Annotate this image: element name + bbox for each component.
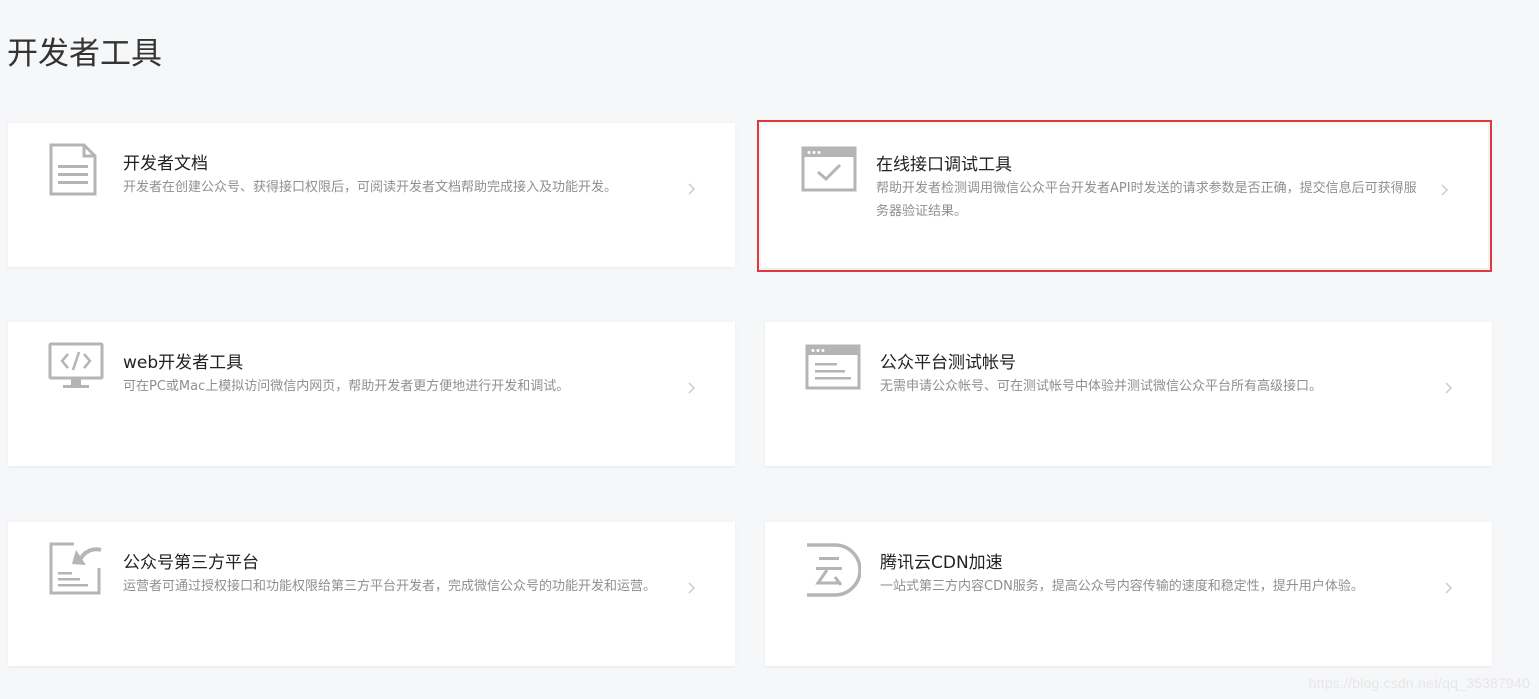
- card-web-devtools[interactable]: web开发者工具 可在PC或Mac上模拟访问微信内网页，帮助开发者更方便地进行开…: [8, 322, 735, 466]
- card-title: web开发者工具: [123, 353, 244, 373]
- chevron-right-icon: [1443, 580, 1455, 596]
- card-description: 运营者可通过授权接口和功能权限给第三方平台开发者，完成微信公众号的功能开发和运营…: [123, 579, 657, 594]
- card-online-api-debug[interactable]: 在线接口调试工具 帮助开发者检测调用微信公众平台开发者API时发送的请求参数是否…: [757, 120, 1492, 272]
- card-title: 公众号第三方平台: [123, 553, 259, 573]
- card-third-party-platform[interactable]: 公众号第三方平台 运营者可通过授权接口和功能权限给第三方平台开发者，完成微信公众…: [8, 522, 735, 666]
- chevron-right-icon: [1443, 380, 1455, 396]
- card-title: 在线接口调试工具: [876, 155, 1012, 175]
- card-title: 腾讯云CDN加速: [880, 553, 1003, 573]
- document-icon: [48, 143, 104, 199]
- card-test-account[interactable]: 公众平台测试帐号 无需申请公众帐号、可在测试帐号中体验并测试微信公众平台所有高级…: [765, 322, 1492, 466]
- card-tencent-cloud-cdn[interactable]: 腾讯云CDN加速 一站式第三方内容CDN服务，提高公众号内容传输的速度和稳定性，…: [765, 522, 1492, 666]
- card-title: 公众平台测试帐号: [880, 353, 1016, 373]
- card-description: 开发者在创建公众号、获得接口权限后，可阅读开发者文档帮助完成接入及功能开发。: [123, 180, 618, 195]
- monitor-code-icon: [48, 342, 104, 398]
- chevron-right-icon: [1439, 182, 1451, 198]
- tencent-cloud-icon: [805, 542, 861, 598]
- chevron-right-icon: [686, 181, 698, 197]
- card-description: 无需申请公众帐号、可在测试帐号中体验并测试微信公众平台所有高级接口。: [880, 379, 1323, 394]
- browser-check-icon: [801, 144, 857, 200]
- watermark: https://blog.csdn.net/qq_35387940: [1308, 675, 1530, 691]
- chevron-right-icon: [686, 580, 698, 596]
- card-description: 一站式第三方内容CDN服务，提高公众号内容传输的速度和稳定性，提升用户体验。: [880, 579, 1364, 594]
- browser-text-icon: [805, 342, 861, 398]
- card-description: 帮助开发者检测调用微信公众平台开发者API时发送的请求参数是否正确，提交信息后可…: [876, 181, 1417, 219]
- document-share-icon: [48, 542, 104, 598]
- chevron-right-icon: [686, 380, 698, 396]
- page-title: 开发者工具: [7, 36, 162, 72]
- card-developer-docs[interactable]: 开发者文档 开发者在创建公众号、获得接口权限后，可阅读开发者文档帮助完成接入及功…: [8, 123, 735, 267]
- card-title: 开发者文档: [123, 154, 208, 174]
- card-description: 可在PC或Mac上模拟访问微信内网页，帮助开发者更方便地进行开发和调试。: [123, 379, 570, 394]
